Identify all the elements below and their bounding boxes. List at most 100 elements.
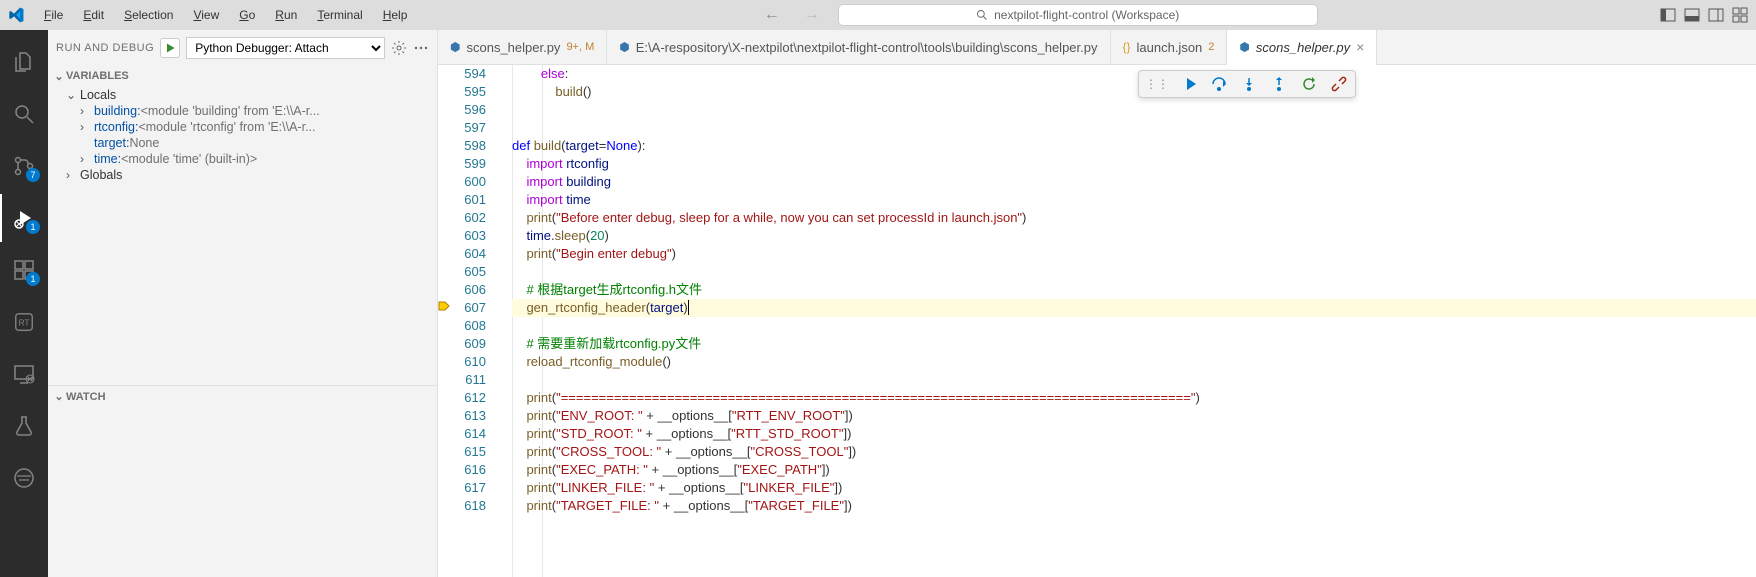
- step-out-button[interactable]: [1269, 74, 1289, 94]
- code-line[interactable]: print("LINKER_FILE: " + __options__["LIN…: [512, 479, 1756, 497]
- activity-rt[interactable]: RT: [0, 298, 48, 346]
- vscode-logo-icon: [8, 7, 24, 23]
- menu-run[interactable]: Run: [267, 4, 305, 26]
- tab-label: launch.json: [1137, 40, 1203, 55]
- code-line[interactable]: print("=================================…: [512, 389, 1756, 407]
- code-line[interactable]: print("CROSS_TOOL: " + __options__["CROS…: [512, 443, 1756, 461]
- debug-toolbar[interactable]: ⋮⋮: [1138, 70, 1356, 98]
- var-building[interactable]: › building: <module 'building' from 'E:\…: [48, 103, 437, 119]
- activity-search[interactable]: [0, 90, 48, 138]
- code-line[interactable]: reload_rtconfig_module(): [512, 353, 1756, 371]
- play-icon: [164, 42, 176, 54]
- code-line[interactable]: # 需要重新加载rtconfig.py文件: [512, 335, 1756, 353]
- scope-globals[interactable]: › Globals: [48, 167, 437, 183]
- disconnect-button[interactable]: [1329, 74, 1349, 94]
- layout-panel-icon[interactable]: [1684, 7, 1700, 23]
- glyph-margin: [438, 65, 456, 577]
- activity-debug[interactable]: 1: [0, 194, 48, 242]
- code-line[interactable]: print("EXEC_PATH: " + __options__["EXEC_…: [512, 461, 1756, 479]
- code-line[interactable]: import time: [512, 191, 1756, 209]
- activity-scm[interactable]: 7: [0, 142, 48, 190]
- activity-testing[interactable]: [0, 402, 48, 450]
- menu-terminal[interactable]: Terminal: [309, 4, 370, 26]
- layout-sidebar-right-icon[interactable]: [1708, 7, 1724, 23]
- code-line-current[interactable]: gen_rtconfig_header(target): [512, 299, 1756, 317]
- code-line[interactable]: else:: [512, 65, 1756, 83]
- code-line[interactable]: build(): [512, 83, 1756, 101]
- code-line[interactable]: [512, 371, 1756, 389]
- section-variables[interactable]: ⌄ VARIABLES: [48, 65, 437, 87]
- code-line[interactable]: print("Before enter debug, sleep for a w…: [512, 209, 1756, 227]
- code-line[interactable]: print("Begin enter debug"): [512, 245, 1756, 263]
- code-line[interactable]: import rtconfig: [512, 155, 1756, 173]
- continue-button[interactable]: [1179, 74, 1199, 94]
- code-line[interactable]: [512, 317, 1756, 335]
- editor-body[interactable]: 594595 596597 598599 600601 602603 60460…: [438, 65, 1756, 577]
- menu-help[interactable]: Help: [375, 4, 416, 26]
- var-value: None: [129, 136, 159, 150]
- tab-label: E:\A-respository\X-nextpilot\nextpilot-f…: [636, 40, 1098, 55]
- code-line[interactable]: time.sleep(20): [512, 227, 1756, 245]
- titlebar-center: ← → nextpilot-flight-control (Workspace): [415, 4, 1660, 26]
- launch-config-select[interactable]: Python Debugger: Attach: [186, 37, 385, 59]
- menu-file[interactable]: File: [36, 4, 71, 26]
- menu-go[interactable]: Go: [231, 4, 263, 26]
- chevron-right-icon: ›: [80, 120, 94, 134]
- code-line[interactable]: # 根据target生成rtconfig.h文件: [512, 281, 1756, 299]
- code-line[interactable]: def build(target=None):: [512, 137, 1756, 155]
- code-line[interactable]: [512, 101, 1756, 119]
- workspace-title: nextpilot-flight-control (Workspace): [994, 8, 1179, 22]
- more-icon[interactable]: [413, 40, 429, 56]
- gear-icon[interactable]: [391, 40, 407, 56]
- files-icon: [12, 50, 36, 74]
- activity-remote[interactable]: [0, 350, 48, 398]
- command-center[interactable]: nextpilot-flight-control (Workspace): [838, 4, 1318, 26]
- var-target[interactable]: target: None: [48, 135, 437, 151]
- layout-customize-icon[interactable]: [1732, 7, 1748, 23]
- code-line[interactable]: import building: [512, 173, 1756, 191]
- tab-launch-json[interactable]: {} launch.json 2: [1111, 30, 1228, 64]
- variables-label: VARIABLES: [66, 70, 129, 82]
- var-key: time:: [94, 152, 121, 166]
- search-icon: [12, 102, 36, 126]
- spacer: [80, 136, 94, 150]
- menu-view[interactable]: View: [185, 4, 227, 26]
- activity-docker[interactable]: [0, 454, 48, 502]
- var-key: target:: [94, 136, 129, 150]
- chevron-down-icon: ⌄: [52, 70, 66, 83]
- restart-button[interactable]: [1299, 74, 1319, 94]
- var-key: rtconfig:: [94, 120, 138, 134]
- scope-locals[interactable]: ⌄ Locals: [48, 87, 437, 103]
- layout-sidebar-left-icon[interactable]: [1660, 7, 1676, 23]
- activity-explorer[interactable]: [0, 38, 48, 86]
- editor-group: ⬢ scons_helper.py 9+, M ⬢ E:\A-resposito…: [438, 30, 1756, 577]
- menu-selection[interactable]: Selection: [116, 4, 181, 26]
- var-value: <module 'building' from 'E:\\A-r...: [141, 104, 320, 118]
- code-line[interactable]: [512, 263, 1756, 281]
- python-file-icon: ⬢: [1239, 40, 1249, 54]
- editor-tabs: ⬢ scons_helper.py 9+, M ⬢ E:\A-resposito…: [438, 30, 1756, 65]
- code-line[interactable]: print("TARGET_FILE: " + __options__["TAR…: [512, 497, 1756, 515]
- container-icon: [12, 466, 36, 490]
- beaker-icon: [12, 414, 36, 438]
- var-rtconfig[interactable]: › rtconfig: <module 'rtconfig' from 'E:\…: [48, 119, 437, 135]
- code-line[interactable]: print("ENV_ROOT: " + __options__["RTT_EN…: [512, 407, 1756, 425]
- code-area[interactable]: else: build() def build(target=None): im…: [504, 65, 1756, 577]
- tab-scons-helper-1[interactable]: ⬢ scons_helper.py 9+, M: [438, 30, 607, 64]
- var-time[interactable]: › time: <module 'time' (built-in)>: [48, 151, 437, 167]
- section-watch[interactable]: ⌄ WATCH: [48, 385, 437, 407]
- menu-edit[interactable]: Edit: [75, 4, 112, 26]
- drag-handle-icon[interactable]: ⋮⋮: [1145, 77, 1169, 91]
- code-line[interactable]: print("STD_ROOT: " + __options__["RTT_ST…: [512, 425, 1756, 443]
- tab-scons-helper-active[interactable]: ⬢ scons_helper.py ×: [1227, 30, 1377, 64]
- nav-back-icon[interactable]: ←: [758, 4, 786, 26]
- close-icon[interactable]: ×: [1356, 39, 1364, 55]
- tab-scons-helper-path[interactable]: ⬢ E:\A-respository\X-nextpilot\nextpilot…: [607, 30, 1110, 64]
- step-over-button[interactable]: [1209, 74, 1229, 94]
- start-debugging-button[interactable]: [160, 38, 180, 58]
- debug-sidebar: RUN AND DEBUG Python Debugger: Attach ⌄ …: [48, 30, 438, 577]
- nav-forward-icon: →: [798, 4, 826, 26]
- code-line[interactable]: [512, 119, 1756, 137]
- step-into-button[interactable]: [1239, 74, 1259, 94]
- activity-extensions[interactable]: 1: [0, 246, 48, 294]
